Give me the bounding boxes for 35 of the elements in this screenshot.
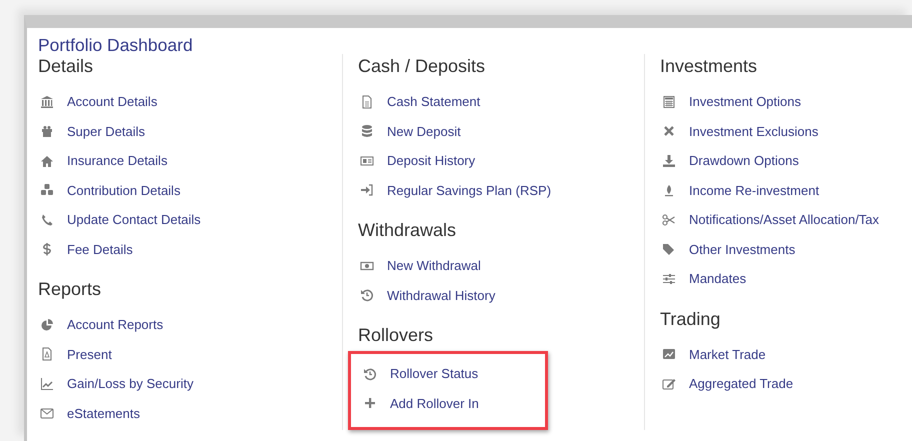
menu-link[interactable]: Cash Statement: [387, 94, 480, 110]
menu-link[interactable]: Super Details: [67, 124, 146, 139]
menu-link[interactable]: Contribution Details: [67, 182, 180, 198]
menu-link[interactable]: New Withdrawal: [387, 258, 481, 274]
menu-link[interactable]: Add Rollover In: [390, 396, 479, 411]
menu-link[interactable]: Account Details: [67, 94, 158, 110]
menu-link[interactable]: Mandates: [689, 271, 746, 286]
menu-link[interactable]: Deposit History: [387, 153, 476, 168]
menu-link[interactable]: Income Re-investment: [689, 182, 820, 198]
menu-link[interactable]: Drawdown Options: [689, 153, 799, 168]
menu-link[interactable]: Regular Savings Plan (RSP): [387, 182, 552, 198]
section-heading: Trading: [660, 308, 722, 330]
menu-link[interactable]: Account Reports: [67, 317, 164, 332]
section-heading: Rollovers: [358, 324, 434, 347]
section-heading: Withdrawals: [358, 219, 458, 242]
menu-link[interactable]: Notifications/Asset Allocation/Tax: [689, 212, 880, 228]
menu-link[interactable]: Withdrawal History: [387, 288, 496, 303]
menu-link[interactable]: Aggregated Trade: [689, 376, 794, 392]
menu-link[interactable]: Rollover Status: [390, 366, 478, 382]
menu-link[interactable]: Market Trade: [689, 346, 766, 362]
menu-link[interactable]: Other Investments: [689, 242, 796, 257]
menu-link[interactable]: Investment Options: [689, 94, 801, 110]
menu-link[interactable]: Present: [67, 346, 112, 362]
menu-link[interactable]: eStatements: [67, 406, 140, 421]
section-heading: Details: [38, 55, 94, 78]
menu-link[interactable]: Update Contact Details: [67, 212, 201, 228]
menu-link[interactable]: Investment Exclusions: [689, 124, 818, 139]
menu-link[interactable]: Gain/Loss by Security: [67, 376, 194, 392]
section-heading: Reports: [38, 278, 102, 301]
page-title: Portfolio Dashboard: [38, 34, 194, 56]
section-heading: Investments: [660, 55, 758, 78]
menu-link[interactable]: Insurance Details: [67, 153, 168, 168]
menu-link[interactable]: Fee Details: [67, 242, 133, 257]
section-heading: Cash / Deposits: [358, 55, 486, 78]
menu-link[interactable]: New Deposit: [387, 124, 461, 139]
